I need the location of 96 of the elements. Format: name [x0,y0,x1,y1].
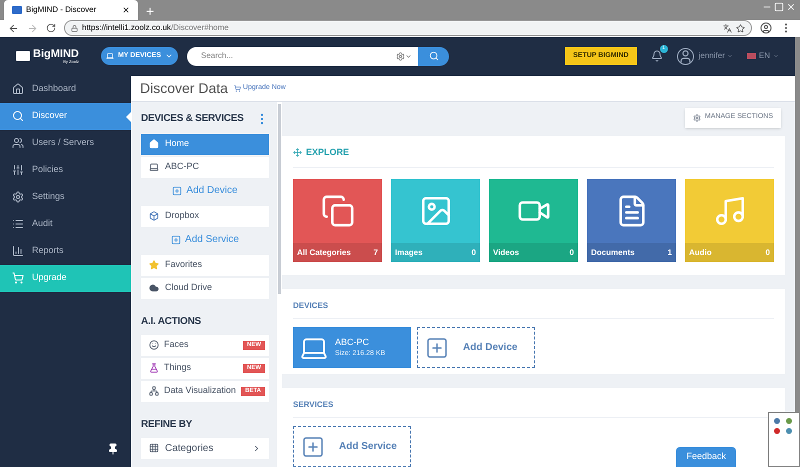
section-title: REFINE BY [141,418,192,432]
caret-icon [726,53,733,59]
tile-count: 7 [374,246,378,258]
url-text: https://intelli1.zoolz.co.uk/Discover#home [82,22,229,34]
nav-item[interactable]: Cloud Drive [141,278,269,298]
close-icon[interactable] [122,6,130,14]
browser-tab[interactable]: BigMIND - Discover [4,0,138,20]
nav-item[interactable]: Favorites [141,254,269,276]
network-icon [149,386,159,396]
tile-label: Audio [689,246,712,258]
tab-favicon-icon [12,6,22,14]
add-link[interactable]: Add Device [141,180,269,202]
add-icon [425,336,449,360]
tile-count: 0 [472,246,476,258]
sidebar-icon [12,137,24,149]
box-icon [149,211,159,221]
copy-icon [320,194,354,228]
page-title: Discover Data [140,78,228,98]
sidebar-item[interactable]: Policies [0,156,131,184]
pin-icon[interactable] [107,443,119,455]
profile-icon[interactable] [760,22,772,34]
nav-item[interactable]: Home [141,134,269,154]
add-icon [301,434,325,458]
device-name: ABC-PC [335,336,370,348]
category-tile[interactable]: Images 0 [391,179,480,262]
section-title: SERVICES [293,399,774,418]
tile-count: 0 [766,246,770,258]
address-bar[interactable]: https://intelli1.zoolz.co.uk/Discover#home [64,20,752,36]
sidebar-item[interactable]: Dashboard [0,76,131,102]
search-button[interactable] [418,46,449,66]
sidebar-item[interactable]: Settings [0,184,131,210]
search-field[interactable]: Search... [187,46,418,66]
feedback-button[interactable]: Feedback [676,447,736,467]
bell-icon[interactable] [650,50,663,62]
flag-icon [746,53,756,59]
bookmark-star-icon[interactable] [736,24,745,33]
add-service-button[interactable]: Add Service [293,426,411,467]
tile-label: Videos [493,246,520,258]
search-icon [428,51,438,61]
nav-item[interactable]: ABC-PC [141,156,269,178]
home-icon [149,139,159,149]
sidebar-icon [12,110,24,122]
category-tile[interactable]: Videos 0 [489,179,578,262]
language-menu[interactable]: EN [746,50,779,62]
user-menu[interactable]: jennifer [698,50,733,62]
tile-count: 1 [668,246,672,258]
caret-icon [165,52,174,60]
avatar-icon [676,48,694,64]
sidebar-icon [12,272,24,284]
cart-icon [234,84,241,92]
search-input[interactable]: Search... [201,50,396,62]
category-tile[interactable]: Documents 1 [587,179,676,262]
add-link[interactable]: Add Service [141,228,269,250]
section-title: EXPLORE [306,146,350,158]
add-device-button[interactable]: Add Device [417,327,535,368]
section-title: A.I. ACTIONS [141,315,201,329]
caret-icon [405,52,412,60]
sidebar-item[interactable]: Reports [0,238,131,264]
nav-item[interactable]: Dropbox [141,206,269,226]
laptop-icon [106,52,114,60]
sidebar-item[interactable]: Audit [0,210,131,238]
sidebar-item[interactable]: Discover [0,102,131,130]
logo-icon [16,51,30,61]
sidebar-icon [12,245,24,257]
caret-icon [773,53,779,59]
sidebar-icon [12,164,24,176]
add-icon [171,234,182,244]
settings-icon[interactable] [396,52,405,60]
reload-icon[interactable] [46,23,56,34]
tile-label: All Categories [297,246,351,258]
laptop-icon [149,162,159,172]
tile-label: Images [395,246,423,258]
nav-item[interactable]: Categories [141,438,269,458]
star-icon [149,260,159,270]
section-title: DEVICES & SERVICES [141,112,244,126]
category-tile[interactable]: All Categories 7 [293,179,382,262]
sidebar-item[interactable]: Users / Servers [0,130,131,156]
new-tab-button[interactable]: + [146,4,154,18]
grid-icon [149,443,159,453]
flask-icon [149,363,159,373]
lock-icon [71,24,78,32]
tile-label: Documents [591,246,635,258]
sidebar-icon [12,83,24,95]
section-title: DEVICES [293,300,774,319]
sidebar-icon [12,191,24,203]
chevron-right-icon [252,444,261,452]
move-icon [293,148,302,157]
settings-icon [692,114,701,122]
maximize-icon[interactable] [774,2,784,12]
translate-icon[interactable] [723,24,732,33]
add-icon [172,186,182,196]
smile-icon [149,340,159,350]
back-icon[interactable] [8,22,19,34]
logo-text: BigMIND [33,48,79,60]
tile-count: 0 [570,246,574,258]
cloud-icon [149,283,159,293]
